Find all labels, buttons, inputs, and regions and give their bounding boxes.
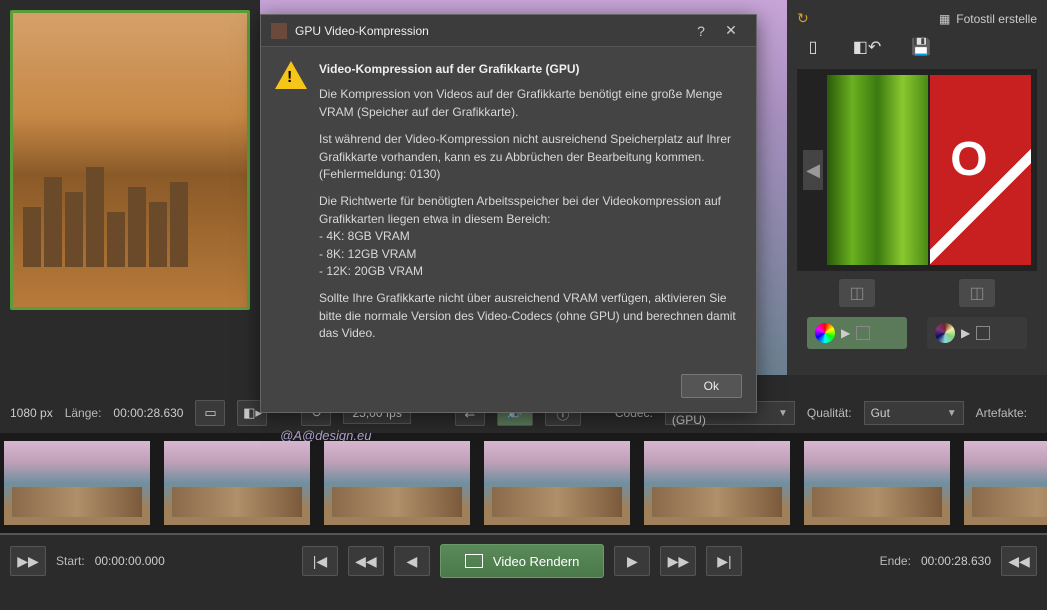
- square-icon: [856, 326, 870, 340]
- film-frame[interactable]: [644, 441, 790, 525]
- color-wheel-icon: [935, 323, 955, 343]
- save-icon[interactable]: 💾: [909, 35, 933, 59]
- prev-style-arrow[interactable]: ◀: [803, 150, 823, 190]
- page-icon[interactable]: ▯: [801, 35, 825, 59]
- start-time: 00:00:00.000: [95, 554, 165, 568]
- resolution-label: 1080 px: [10, 406, 53, 420]
- dialog-text: Video-Kompression auf der Grafikkarte (G…: [319, 61, 738, 352]
- filmstrip[interactable]: [0, 433, 1047, 533]
- chevron-down-icon: ▼: [947, 408, 957, 419]
- rewind-button[interactable]: ◀◀: [348, 546, 384, 576]
- aspect-button-1[interactable]: ▭: [195, 400, 225, 426]
- preview-image: [13, 13, 247, 307]
- gpu-compression-dialog: GPU Video-Kompression ? ✕ Video-Kompress…: [260, 14, 757, 413]
- create-photostyle-label: Fotostil erstelle: [956, 12, 1037, 26]
- film-frame[interactable]: [804, 441, 950, 525]
- end-time: 00:00:28.630: [921, 554, 991, 568]
- app-icon: [271, 23, 287, 39]
- rewind-end-button[interactable]: ◀◀: [1001, 546, 1037, 576]
- go-to-end-button[interactable]: ▶|: [706, 546, 742, 576]
- film-icon: [465, 554, 483, 568]
- artefakte-label: Artefakte:: [976, 406, 1027, 420]
- undo-icon[interactable]: ◧↶: [855, 35, 879, 59]
- ok-button[interactable]: Ok: [681, 374, 742, 398]
- cube-button-2[interactable]: ◫: [959, 279, 995, 307]
- color-control-right[interactable]: ▶: [927, 317, 1027, 349]
- color-wheel-icon: [815, 323, 835, 343]
- length-value: 00:00:28.630: [113, 406, 183, 420]
- color-control-left[interactable]: ▶: [807, 317, 907, 349]
- dialog-close-button[interactable]: ✕: [716, 22, 746, 39]
- play-forward-button[interactable]: ▶▶: [10, 546, 46, 576]
- dialog-heading: Video-Kompression auf der Grafikkarte (G…: [319, 61, 738, 78]
- quality-label: Qualität:: [807, 406, 852, 420]
- dialog-titlebar[interactable]: GPU Video-Kompression ? ✕: [261, 15, 756, 47]
- film-frame[interactable]: [164, 441, 310, 525]
- length-label: Länge:: [65, 406, 102, 420]
- render-video-button[interactable]: Video Rendern: [440, 544, 605, 578]
- start-label: Start:: [56, 554, 85, 568]
- film-frame[interactable]: [4, 441, 150, 525]
- fast-forward-button[interactable]: ▶▶: [660, 546, 696, 576]
- square-icon: [976, 326, 990, 340]
- warning-icon: [275, 61, 307, 93]
- chevron-down-icon: ▼: [778, 408, 788, 419]
- preview-frame[interactable]: [10, 10, 250, 310]
- style-thumb-stop[interactable]: [930, 75, 1031, 265]
- go-to-start-button[interactable]: |◀: [302, 546, 338, 576]
- film-frame[interactable]: [484, 441, 630, 525]
- step-back-button[interactable]: ◀: [394, 546, 430, 576]
- cube-button-1[interactable]: ◫: [839, 279, 875, 307]
- playback-bar: ▶▶ Start: 00:00:00.000 |◀ ◀◀ ◀ Video Ren…: [0, 535, 1047, 587]
- left-preview-panel: [0, 0, 260, 375]
- dialog-title: GPU Video-Kompression: [295, 24, 686, 38]
- style-thumb-grass[interactable]: [827, 75, 928, 265]
- arrow-right-icon: ▶: [841, 326, 850, 340]
- create-photostyle-button[interactable]: ▦ Fotostil erstelle: [939, 12, 1037, 26]
- plus-icon: ▦: [939, 12, 950, 26]
- film-frame[interactable]: [324, 441, 470, 525]
- step-forward-button[interactable]: ▶: [614, 546, 650, 576]
- refresh-icon[interactable]: ↻: [797, 10, 809, 27]
- end-label: Ende:: [880, 554, 911, 568]
- quality-dropdown[interactable]: Gut▼: [864, 401, 964, 425]
- right-style-panel: ↻ ▦ Fotostil erstelle ▯ ◧↶ 💾 ◀ ◫ ◫ ▶: [787, 0, 1047, 375]
- film-frame[interactable]: [964, 441, 1047, 525]
- arrow-right-icon: ▶: [961, 326, 970, 340]
- dialog-help-button[interactable]: ?: [686, 23, 716, 39]
